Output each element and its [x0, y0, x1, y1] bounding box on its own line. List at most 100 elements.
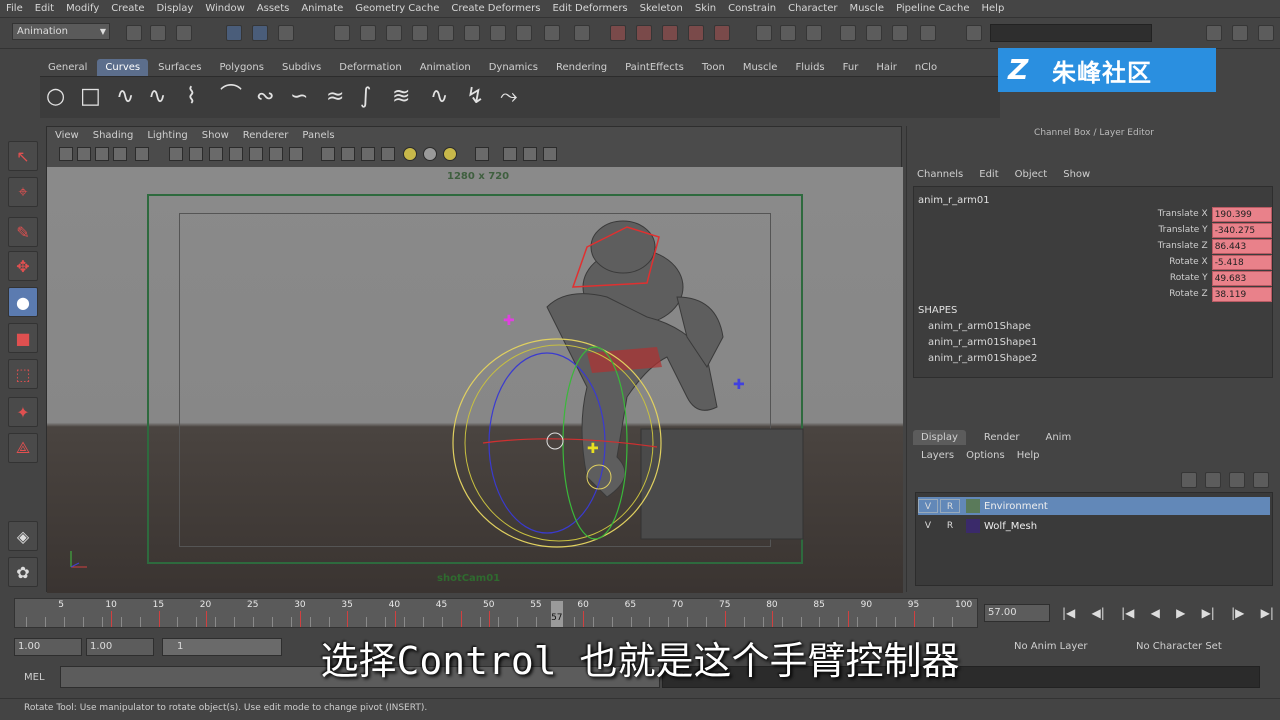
- channel-attribute-row[interactable]: Translate Y -340.275: [1064, 223, 1272, 238]
- outliner-layout-icon[interactable]: ✿: [8, 557, 38, 587]
- select-object-icon[interactable]: [252, 25, 268, 41]
- mask-joints-icon[interactable]: [360, 25, 376, 41]
- shelf-tab-toon[interactable]: Toon: [694, 59, 733, 76]
- wireframe-on-shaded-icon[interactable]: [361, 147, 375, 161]
- viewport-menu-show[interactable]: Show: [202, 130, 229, 141]
- history-icon[interactable]: [756, 25, 772, 41]
- layer-menu-options[interactable]: Options: [966, 450, 1005, 461]
- toggle-sidebar-icon[interactable]: [1206, 25, 1222, 41]
- field-chart-icon[interactable]: [229, 147, 243, 161]
- layer-name[interactable]: Environment: [984, 501, 1048, 512]
- channel-attribute-row[interactable]: Rotate Z 38.119: [1064, 287, 1272, 302]
- step-back-frame-icon[interactable]: ◀|: [1092, 606, 1105, 620]
- layer-tab-anim[interactable]: Anim: [1037, 430, 1079, 445]
- xray-joints-icon[interactable]: [523, 147, 537, 161]
- menu-edit-deformers[interactable]: Edit Deformers: [552, 3, 627, 14]
- menu-constrain[interactable]: Constrain: [728, 3, 776, 14]
- circle-curve-icon[interactable]: ○: [46, 85, 65, 109]
- rebuild-curve-icon[interactable]: ≈: [326, 85, 344, 109]
- scene-view[interactable]: 1280 x 720 ✚ ✚ ✚ shotCam01: [47, 167, 903, 593]
- new-layer-empty-icon[interactable]: [1181, 472, 1197, 488]
- menu-window[interactable]: Window: [205, 3, 244, 14]
- attribute-editor-icon[interactable]: [1232, 25, 1248, 41]
- menu-character[interactable]: Character: [788, 3, 837, 14]
- menu-modify[interactable]: Modify: [66, 3, 99, 14]
- xray-active-icon[interactable]: [543, 147, 557, 161]
- construction-history-icon[interactable]: [780, 25, 796, 41]
- shelf-tab-surfaces[interactable]: Surfaces: [150, 59, 209, 76]
- layer-menu-help[interactable]: Help: [1017, 450, 1040, 461]
- new-layer-selected-icon[interactable]: [1205, 472, 1221, 488]
- channel-menu-object[interactable]: Object: [1015, 169, 1048, 180]
- menu-help[interactable]: Help: [982, 3, 1005, 14]
- gate-mask-icon[interactable]: [209, 147, 223, 161]
- pencil-curve-icon[interactable]: ⌇: [186, 85, 197, 109]
- shelf-tab-deformation[interactable]: Deformation: [331, 59, 409, 76]
- layer-color-swatch[interactable]: [966, 519, 980, 533]
- image-plane-icon[interactable]: [113, 147, 127, 161]
- ipr-render-icon[interactable]: [840, 25, 856, 41]
- current-frame-field[interactable]: 57.00: [984, 604, 1050, 622]
- square-curve-icon[interactable]: □: [80, 85, 101, 109]
- viewport-menu-renderer[interactable]: Renderer: [243, 130, 289, 141]
- menu-pipeline-cache[interactable]: Pipeline Cache: [896, 3, 969, 14]
- shape-node-item[interactable]: anim_r_arm01Shape2: [928, 353, 1037, 364]
- play-backwards-icon[interactable]: ◀: [1151, 606, 1160, 620]
- make-live-icon[interactable]: [714, 25, 730, 41]
- viewport-menu-panels[interactable]: Panels: [302, 130, 334, 141]
- camera-attributes-icon[interactable]: [77, 147, 91, 161]
- lock-selection-icon[interactable]: [544, 25, 560, 41]
- go-to-start-icon[interactable]: |◀: [1062, 606, 1075, 620]
- new-scene-icon[interactable]: [126, 25, 142, 41]
- bookmarks-icon[interactable]: [95, 147, 109, 161]
- hypershade-icon[interactable]: [892, 25, 908, 41]
- menu-muscle[interactable]: Muscle: [849, 3, 884, 14]
- channel-attribute-row[interactable]: Rotate Y 49.683: [1064, 271, 1272, 286]
- smooth-shade-icon[interactable]: [341, 147, 355, 161]
- shelf-tab-curves[interactable]: Curves: [97, 59, 149, 76]
- shelf-tab-nclo[interactable]: nClo: [907, 59, 945, 76]
- layer-menu-layers[interactable]: Layers: [921, 450, 954, 461]
- step-forward-key-icon[interactable]: ▶|: [1202, 606, 1215, 620]
- mask-misc-icon[interactable]: [516, 25, 532, 41]
- high-quality-icon[interactable]: [443, 147, 457, 161]
- channel-menu-edit[interactable]: Edit: [979, 169, 998, 180]
- channel-attribute-value[interactable]: 38.119: [1211, 287, 1272, 302]
- mask-dynamics-icon[interactable]: [464, 25, 480, 41]
- show-manip-icon[interactable]: ⟁: [8, 433, 38, 463]
- channel-menu-show[interactable]: Show: [1063, 169, 1090, 180]
- time-slider[interactable]: 5 10 15 20 25 30 35 40 45 50 55 60 65 70 75 80 85 90 95 100…: [14, 598, 978, 628]
- shape-node-item[interactable]: anim_r_arm01Shape: [928, 321, 1031, 332]
- channel-attribute-value[interactable]: 86.443: [1211, 239, 1272, 254]
- menu-skin[interactable]: Skin: [695, 3, 716, 14]
- open-scene-icon[interactable]: [150, 25, 166, 41]
- select-component-icon[interactable]: [278, 25, 294, 41]
- save-scene-icon[interactable]: [176, 25, 192, 41]
- channel-box-icon[interactable]: [1258, 25, 1274, 41]
- input-mode-icon[interactable]: [966, 25, 982, 41]
- paint-select-tool-icon[interactable]: ✎: [8, 217, 38, 247]
- viewport-menu-lighting[interactable]: Lighting: [147, 130, 187, 141]
- go-to-end-icon[interactable]: ▶|: [1261, 606, 1274, 620]
- fillet-curve-icon[interactable]: ≋: [392, 85, 410, 109]
- menu-create[interactable]: Create: [111, 3, 144, 14]
- shelf-tab-subdivs[interactable]: Subdivs: [274, 59, 329, 76]
- layer-reference-toggle[interactable]: R: [940, 519, 960, 533]
- quick-select-field[interactable]: [990, 24, 1152, 42]
- shadows-icon[interactable]: [423, 147, 437, 161]
- attach-curve-icon[interactable]: ∾: [256, 85, 274, 109]
- select-camera-icon[interactable]: [59, 147, 73, 161]
- scale-tool-icon[interactable]: ■: [8, 323, 38, 353]
- safe-action-icon[interactable]: [249, 147, 263, 161]
- perspective-viewport[interactable]: View Shading Lighting Show Renderer Panels 12…: [46, 126, 903, 593]
- layer-row[interactable]: V R Wolf_Mesh: [918, 517, 1270, 535]
- channel-attribute-value[interactable]: -340.275: [1211, 223, 1272, 238]
- shelf-tab-dynamics[interactable]: Dynamics: [481, 59, 546, 76]
- menu-edit[interactable]: Edit: [35, 3, 54, 14]
- layer-tab-render[interactable]: Render: [976, 430, 1028, 445]
- soft-mod-icon[interactable]: ✦: [8, 397, 38, 427]
- lasso-tool-icon[interactable]: ⌖: [8, 177, 38, 207]
- layer-name[interactable]: Wolf_Mesh: [984, 521, 1037, 532]
- channel-attribute-value[interactable]: 49.683: [1211, 271, 1272, 286]
- layer-reference-toggle[interactable]: R: [940, 499, 960, 513]
